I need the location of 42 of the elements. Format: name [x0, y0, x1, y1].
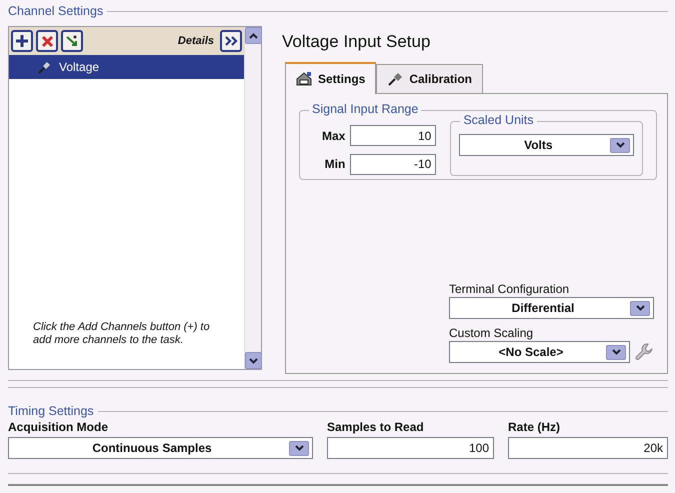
dropdown[interactable]: <No Scale>: [449, 341, 630, 363]
field-label: Custom Scaling: [449, 326, 534, 340]
scroll-down-button[interactable]: [245, 352, 262, 369]
group-title: Signal Input Range: [309, 102, 422, 116]
channel-tool-button[interactable]: [61, 30, 83, 52]
scroll-up-button[interactable]: [245, 27, 262, 44]
settings-icon: [296, 72, 312, 86]
probe-icon: [37, 60, 51, 74]
dropdown[interactable]: Continuous Samples: [8, 437, 313, 459]
field-label: Terminal Configuration: [449, 282, 570, 296]
channel-row[interactable]: Voltage: [9, 55, 244, 79]
dropdown[interactable]: Volts: [459, 134, 634, 156]
field-label: Acquisition Mode: [8, 420, 109, 434]
section-title: Channel Settings: [8, 4, 104, 18]
chevrons-icon: [224, 36, 238, 46]
add-channel-button[interactable]: [11, 30, 33, 52]
dropdown[interactable]: Differential: [449, 297, 654, 319]
max-field[interactable]: 10: [350, 125, 436, 146]
field-label: Rate (Hz): [508, 420, 562, 434]
help-text: Click the Add Channels button (+) to add more channels to the task.: [33, 321, 211, 347]
close-icon: [40, 34, 54, 48]
wrench-icon[interactable]: [634, 342, 654, 362]
details-button[interactable]: [220, 30, 242, 52]
channel-name: Voltage: [59, 60, 100, 74]
tab[interactable]: Settings: [285, 62, 376, 94]
group-title: Scaled Units: [460, 113, 537, 127]
section-title: Timing Settings: [8, 404, 94, 418]
chevron-down-icon: [249, 358, 258, 364]
probe-icon: [387, 72, 404, 86]
tab[interactable]: Calibration: [376, 64, 484, 93]
details-label: Details: [178, 35, 214, 47]
rate-field[interactable]: 20k: [508, 437, 668, 459]
samples-field[interactable]: 100: [327, 437, 494, 459]
field-label: Samples to Read: [327, 420, 425, 434]
plus-icon: [15, 34, 29, 48]
arrow-icon: [65, 34, 79, 48]
chevron-up-icon: [249, 32, 258, 38]
remove-channel-button[interactable]: [36, 30, 58, 52]
setup-title: Voltage Input Setup: [282, 32, 432, 52]
field-label: Min: [324, 157, 346, 172]
field-label: Max: [322, 128, 346, 143]
min-field[interactable]: -10: [350, 154, 436, 175]
